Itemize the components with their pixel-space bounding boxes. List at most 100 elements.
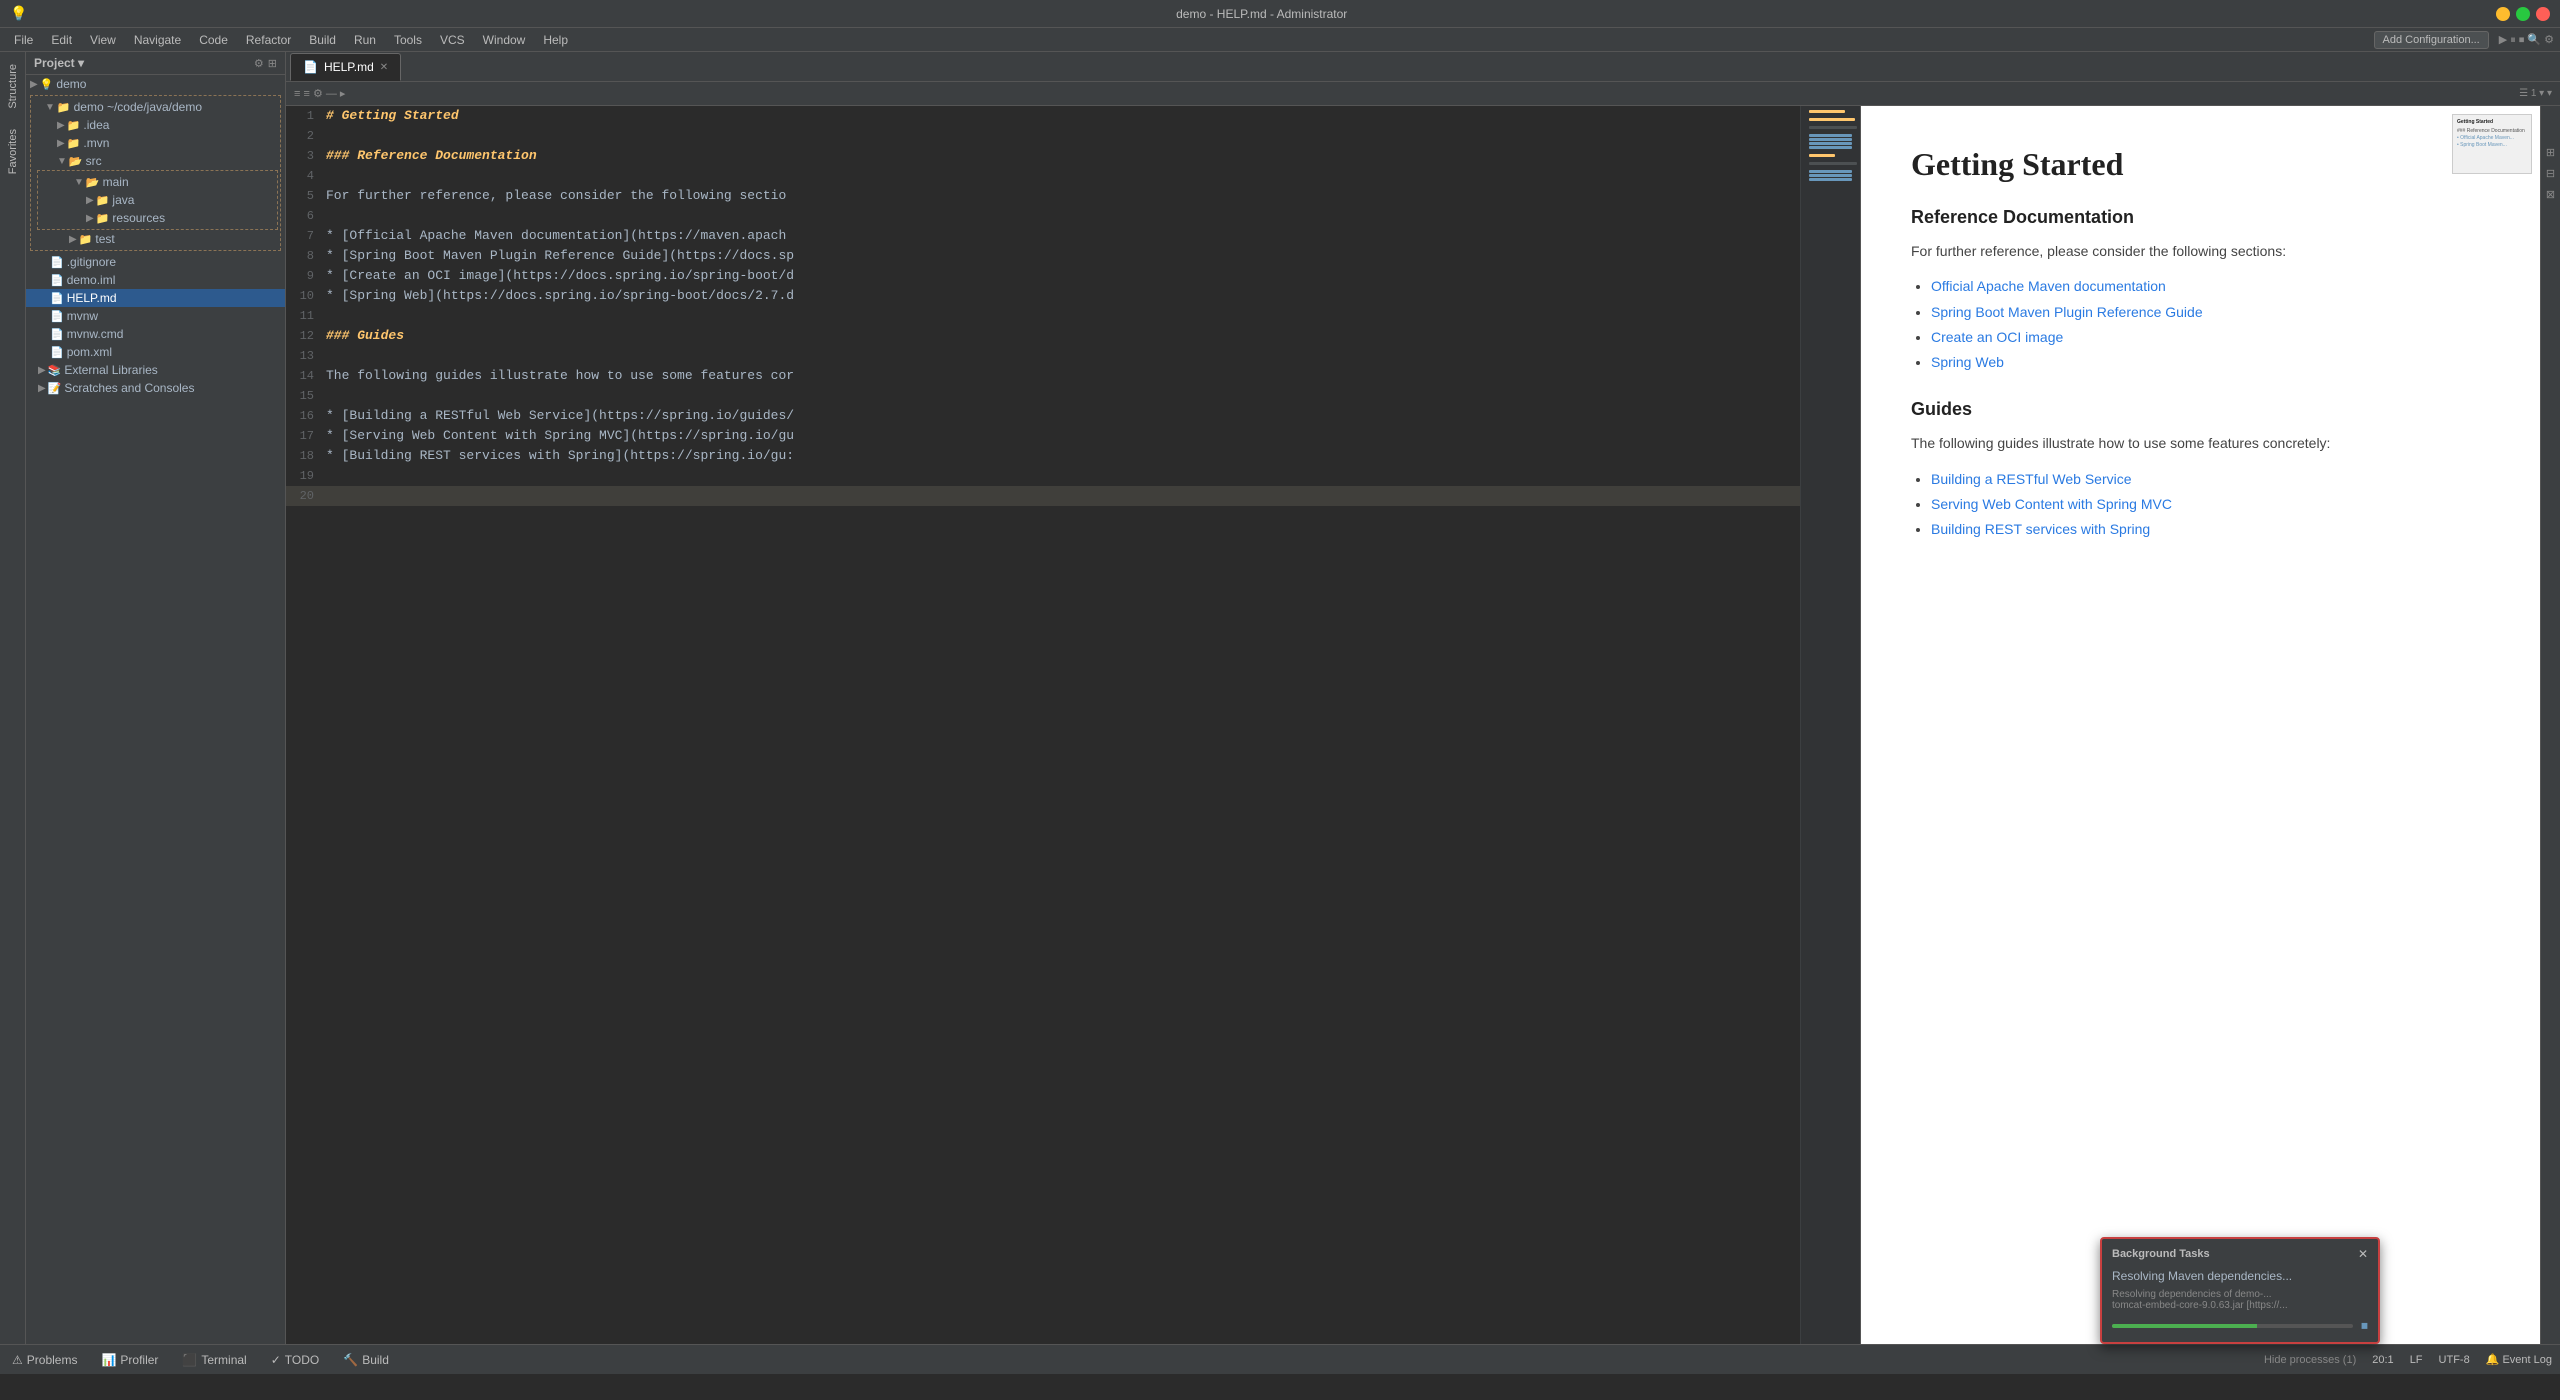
tree-item-demo-path[interactable]: ▼ 📁 demo ~/code/java/demo: [33, 98, 278, 116]
bottom-tab-build[interactable]: 🔨 Build: [339, 1353, 393, 1367]
tree-item-pom-xml[interactable]: 📄 pom.xml: [26, 343, 285, 361]
line-content[interactable]: [322, 206, 1800, 226]
menu-refactor[interactable]: Refactor: [238, 31, 299, 49]
line-content[interactable]: [322, 486, 1800, 506]
preview-guides-intro: The following guides illustrate how to u…: [1911, 432, 2490, 454]
sidebar-settings-icon[interactable]: ⚙: [254, 57, 264, 70]
line-content[interactable]: # Getting Started: [322, 106, 1800, 126]
tree-item-demo-iml[interactable]: 📄 demo.iml: [26, 271, 285, 289]
ref-link-1[interactable]: Official Apache Maven documentation: [1931, 278, 2166, 294]
line-content[interactable]: The following guides illustrate how to u…: [322, 366, 1800, 386]
tree-item-idea[interactable]: ▶ 📁 .idea: [33, 116, 278, 134]
event-log-button[interactable]: 🔔 Event Log: [2486, 1353, 2552, 1366]
line-content[interactable]: * [Spring Web](https://docs.spring.io/sp…: [322, 286, 1800, 306]
line-number: 11: [286, 306, 322, 326]
code-editor[interactable]: 1# Getting Started23### Reference Docume…: [286, 106, 1800, 1344]
line-content[interactable]: [322, 126, 1800, 146]
tab-help-md[interactable]: 📄 HELP.md ✕: [290, 53, 401, 81]
layout-icon-3[interactable]: ⊠: [2546, 188, 2555, 201]
list-item: Building a RESTful Web Service: [1931, 467, 2490, 492]
menu-tools[interactable]: Tools: [386, 31, 430, 49]
sidebar-actions[interactable]: ⚙ ⊞: [254, 57, 277, 70]
tree-item-mvnw[interactable]: 📄 mvnw: [26, 307, 285, 325]
line-content[interactable]: For further reference, please consider t…: [322, 186, 1800, 206]
tab-close-button[interactable]: ✕: [380, 62, 388, 73]
project-title: Project ▾: [34, 56, 84, 70]
bg-tasks-stop-button[interactable]: ⏹: [2361, 1317, 2368, 1334]
menu-window[interactable]: Window: [475, 31, 534, 49]
tree-label-src: src: [86, 154, 102, 168]
guide-link-3[interactable]: Building REST services with Spring: [1931, 521, 2150, 537]
line-content[interactable]: * [Building a RESTful Web Service](https…: [322, 406, 1800, 426]
tree-item-java[interactable]: ▶ 📁 java: [38, 191, 277, 209]
guide-link-2[interactable]: Serving Web Content with Spring MVC: [1931, 496, 2172, 512]
bg-tasks-close-button[interactable]: ✕: [2358, 1247, 2368, 1261]
tree-item-scratches[interactable]: ▶ 📝 Scratches and Consoles: [26, 379, 285, 397]
hide-processes-button[interactable]: Hide processes (1): [2264, 1354, 2356, 1366]
editor-toolbar-icons[interactable]: ≡ ≡ ⚙ — ▸: [294, 87, 345, 100]
tree-item-mvn[interactable]: ▶ 📁 .mvn: [33, 134, 278, 152]
menu-navigate[interactable]: Navigate: [126, 31, 189, 49]
tree-label-help-md: HELP.md: [67, 291, 117, 305]
bottom-tab-profiler[interactable]: 📊 Profiler: [97, 1353, 162, 1367]
menu-edit[interactable]: Edit: [43, 31, 80, 49]
menu-view[interactable]: View: [82, 31, 124, 49]
tree-item-ext-libs[interactable]: ▶ 📚 External Libraries: [26, 361, 285, 379]
folder-icon-resources: 📁: [96, 212, 110, 225]
line-content[interactable]: * [Official Apache Maven documentation](…: [322, 226, 1800, 246]
tree-item-mvnw-cmd[interactable]: 📄 mvnw.cmd: [26, 325, 285, 343]
ref-link-4[interactable]: Spring Web: [1931, 354, 2004, 370]
profiler-label: Profiler: [120, 1353, 158, 1367]
maximize-button[interactable]: [2516, 7, 2530, 21]
line-content[interactable]: [322, 466, 1800, 486]
close-button[interactable]: [2536, 7, 2550, 21]
bottom-tab-problems[interactable]: ⚠ Problems: [8, 1353, 81, 1367]
guide-link-1[interactable]: Building a RESTful Web Service: [1931, 471, 2132, 487]
line-content[interactable]: [322, 306, 1800, 326]
add-configuration-button[interactable]: Add Configuration...: [2374, 31, 2489, 49]
code-line: 19: [286, 466, 1800, 486]
tree-arrow-demo-path: ▼: [45, 102, 55, 113]
tree-item-demo[interactable]: ▶ 💡 demo: [26, 75, 285, 93]
tab-bar: 📄 HELP.md ✕: [286, 52, 2560, 82]
line-content[interactable]: [322, 386, 1800, 406]
menu-run[interactable]: Run: [346, 31, 384, 49]
line-content[interactable]: * [Building REST services with Spring](h…: [322, 446, 1800, 466]
tree-item-resources[interactable]: ▶ 📁 resources: [38, 209, 277, 227]
title-bar-controls[interactable]: [2496, 7, 2550, 21]
favorites-icon[interactable]: Favorites: [5, 125, 21, 178]
line-content[interactable]: ### Reference Documentation: [322, 146, 1800, 166]
tree-item-src[interactable]: ▼ 📂 src: [33, 152, 278, 170]
menu-vcs[interactable]: VCS: [432, 31, 473, 49]
tree-item-main[interactable]: ▼ 📂 main: [38, 173, 277, 191]
sidebar-expand-icon[interactable]: ⊞: [268, 57, 277, 70]
line-content[interactable]: [322, 166, 1800, 186]
menu-help[interactable]: Help: [535, 31, 576, 49]
line-content[interactable]: ### Guides: [322, 326, 1800, 346]
minimize-button[interactable]: [2496, 7, 2510, 21]
ref-link-2[interactable]: Spring Boot Maven Plugin Reference Guide: [1931, 304, 2203, 320]
line-content[interactable]: * [Spring Boot Maven Plugin Reference Gu…: [322, 246, 1800, 266]
split-area: 1# Getting Started23### Reference Docume…: [286, 106, 2560, 1344]
tree-item-help-md[interactable]: 📄 HELP.md: [26, 289, 285, 307]
tree-item-test[interactable]: ▶ 📁 test: [33, 230, 278, 248]
highlighted-folder-group: ▼ 📁 demo ~/code/java/demo ▶ 📁 .idea ▶ 📁 …: [30, 95, 281, 251]
layout-icon-1[interactable]: ⊞: [2546, 146, 2555, 159]
line-content[interactable]: * [Create an OCI image](https://docs.spr…: [322, 266, 1800, 286]
layout-icon-2[interactable]: ⊟: [2546, 167, 2555, 180]
line-content[interactable]: * [Serving Web Content with Spring MVC](…: [322, 426, 1800, 446]
bottom-tab-terminal[interactable]: ⬛ Terminal: [178, 1353, 250, 1367]
editor-settings-icon[interactable]: ☰ 1 ▾ ▾: [2519, 88, 2552, 99]
menu-file[interactable]: File: [6, 31, 41, 49]
structure-icon[interactable]: Structure: [5, 60, 21, 113]
tree-item-gitignore[interactable]: 📄 .gitignore: [26, 253, 285, 271]
tab-label: HELP.md: [324, 60, 374, 74]
menu-build[interactable]: Build: [301, 31, 344, 49]
tree-label-scratches: Scratches and Consoles: [64, 381, 194, 395]
ref-link-3[interactable]: Create an OCI image: [1931, 329, 2063, 345]
menu-code[interactable]: Code: [191, 31, 236, 49]
line-content[interactable]: [322, 346, 1800, 366]
code-line: 1# Getting Started: [286, 106, 1800, 126]
preview-ref-doc-links: Official Apache Maven documentation Spri…: [1911, 274, 2490, 375]
bottom-tab-todo[interactable]: ✓ TODO: [267, 1353, 324, 1367]
